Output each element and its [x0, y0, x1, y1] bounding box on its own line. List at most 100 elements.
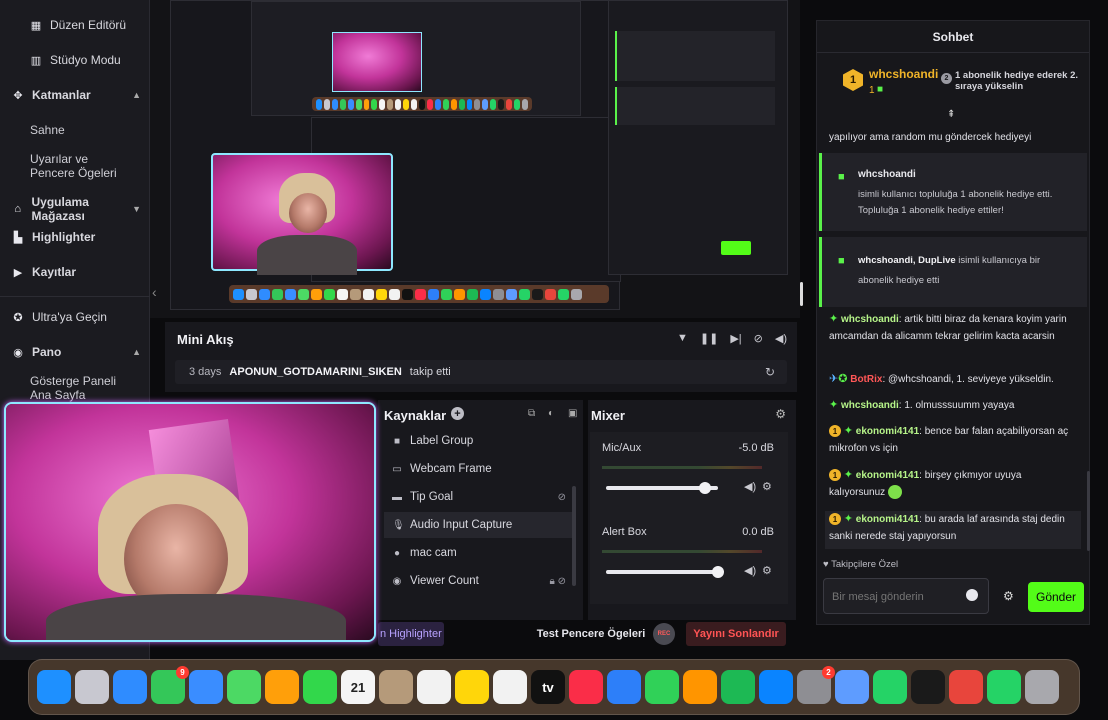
filter-icon[interactable]: ▼ [677, 332, 688, 345]
nested-dock-large [229, 285, 609, 303]
lock-icon[interactable]: 🔒︎ ⊘ [550, 576, 566, 587]
chevron-down-icon[interactable]: ▼ [132, 204, 141, 214]
dock-app-music[interactable] [569, 670, 603, 704]
dock-app-mail[interactable] [189, 670, 223, 704]
dock-app-contacts[interactable] [379, 670, 413, 704]
send-button[interactable]: Gönder [1028, 582, 1084, 612]
chat-username[interactable]: BotRix [850, 374, 882, 385]
chevron-up-icon[interactable]: ▲ [132, 347, 141, 357]
sidebar-item-app-store[interactable]: ⌂ Uygulama Mağazası ▼ [12, 195, 141, 223]
dock-app-notes[interactable] [455, 670, 489, 704]
dock-app-whatsapp[interactable] [873, 670, 907, 704]
mini-dock-tile [506, 288, 517, 300]
folder-add-icon[interactable]: ⧉ [528, 408, 535, 419]
chevron-up-icon[interactable]: ▲ [132, 90, 141, 100]
chat-username[interactable]: whcshoandi [841, 400, 899, 411]
sidebar-item-scene[interactable]: Sahne [30, 123, 141, 137]
test-widgets-button[interactable]: Test Pencere Ögeleri [536, 622, 646, 646]
rank-badge-icon: 1 [829, 513, 841, 526]
source-item[interactable]: ■ Label Group [384, 428, 574, 454]
dock-app-launchpad[interactable] [75, 670, 109, 704]
eye-icon: ◉ [392, 575, 402, 587]
gear-icon[interactable]: ⚙ [762, 480, 772, 493]
sidebar-item-recordings[interactable]: ▶ Kayıtlar [12, 265, 141, 279]
ear-icon[interactable]: ◐ [548, 408, 554, 419]
sidebar-item-alerts-widgets[interactable]: Uyarılar ve Pencere Ögeleri [30, 152, 130, 180]
chat-message: 1 ✦ ekonomi4141: bence bar falan açabili… [829, 425, 1069, 454]
dock-app-photos[interactable] [265, 670, 299, 704]
source-item[interactable]: ▬ Tip Goal ⊘ [384, 484, 574, 510]
sidebar-item-label: Düzen Editörü [50, 18, 127, 32]
dock-app-calendar[interactable]: 21 [341, 670, 375, 704]
chat-username[interactable]: ekonomi4141 [856, 426, 919, 437]
speaker-icon[interactable]: ◀) [744, 564, 756, 577]
sources-scrollbar[interactable] [572, 486, 576, 586]
chat-username[interactable]: ekonomi4141 [856, 470, 919, 481]
dock-app-spotify[interactable] [721, 670, 755, 704]
pin-icon[interactable]: ⇞ [947, 109, 955, 120]
sidebar-item-ultra[interactable]: ✪ Ultra'ya Geçin [12, 310, 141, 324]
dock-app-app-store[interactable] [759, 670, 793, 704]
rec-button[interactable]: REC [653, 623, 675, 645]
sidebar-item-layers[interactable]: ✥ Katmanlar ▲ [12, 88, 141, 102]
chat-scrollbar[interactable] [1087, 471, 1090, 551]
chat-message-input[interactable] [832, 587, 962, 607]
sidebar-item-studio-mode[interactable]: ▥ Stüdyo Modu [30, 53, 141, 67]
mini-feed-title: Mini Akış [177, 332, 234, 347]
add-source-icon[interactable]: + [451, 407, 464, 420]
chat-username[interactable]: ekonomi4141 [856, 514, 919, 525]
source-item[interactable]: ▭ Webcam Frame [384, 456, 574, 482]
resize-handle[interactable] [800, 282, 803, 306]
dock-app-maps[interactable] [227, 670, 261, 704]
slider-knob[interactable] [712, 566, 724, 578]
mini-dock-tile [442, 98, 449, 110]
volume-slider[interactable] [606, 566, 724, 578]
volume-icon[interactable]: ◀) [775, 332, 787, 345]
dock-app-reminders[interactable] [417, 670, 451, 704]
source-item[interactable]: 🎙 Audio Input Capture [384, 512, 574, 538]
image-icon: ▭ [392, 463, 402, 475]
slider-knob[interactable] [698, 482, 711, 494]
speaker-icon[interactable]: ◀) [744, 480, 756, 493]
dock-app-safari[interactable] [113, 670, 147, 704]
dock-app-kick[interactable] [911, 670, 945, 704]
dock-app-chrome[interactable] [949, 670, 983, 704]
store-icon: ⌂ [14, 203, 22, 215]
dock-app-system-settings[interactable]: 2 [797, 666, 835, 704]
sidebar-item-layout-editor[interactable]: ▦ Düzen Editörü [30, 18, 141, 32]
sidebar-item-highlighter[interactable]: ▙ Highlighter [12, 230, 141, 244]
mute-alerts-icon[interactable]: ⊘ [754, 332, 763, 345]
dock-app-messages[interactable]: 9 [151, 666, 189, 704]
collapse-chevron-icon[interactable]: ‹ [152, 284, 164, 304]
dock-app-tv[interactable]: tv [531, 670, 565, 704]
source-item[interactable]: ◉ Viewer Count 🔒︎ ⊘ [384, 568, 574, 594]
skip-icon[interactable]: ▶| [730, 332, 741, 345]
sidebar-item-dashboard[interactable]: ◉ Pano ▲ [12, 345, 141, 359]
pause-icon[interactable]: ❚❚ [700, 332, 718, 345]
dock-app-preview[interactable] [835, 670, 869, 704]
chat-input-box[interactable] [823, 578, 989, 614]
gear-icon[interactable]: ⚙ [762, 564, 772, 577]
emoji-picker-icon[interactable] [966, 589, 978, 601]
dock-app-finder[interactable] [37, 670, 71, 704]
stream-preview[interactable] [150, 0, 800, 318]
sidebar-item-label: Pano [32, 345, 62, 359]
dock-app-freeform[interactable] [493, 670, 527, 704]
sidebar-item-dashboard-home[interactable]: Gösterge Paneli Ana Sayfa [30, 374, 140, 402]
dock-app-facetime[interactable] [303, 670, 337, 704]
highlighter-button[interactable]: n Highlighter [378, 622, 444, 646]
end-stream-button[interactable]: Yayını Sonlandır [686, 622, 786, 646]
dock-app-pages[interactable] [683, 670, 717, 704]
gear-icon[interactable]: ⚙ [1003, 589, 1014, 603]
chat-username[interactable]: whcshoandi [841, 314, 899, 325]
dock-app-keynote[interactable] [607, 670, 641, 704]
dock-app-trash[interactable] [1025, 670, 1059, 704]
source-item[interactable]: ● mac cam [384, 540, 574, 566]
gear-icon[interactable]: ⚙ [775, 407, 786, 421]
repeat-icon[interactable]: ↻ [765, 365, 775, 379]
dock-app-whatsapp-2[interactable] [987, 670, 1021, 704]
folder-icon[interactable]: ▣ [568, 408, 577, 419]
volume-slider[interactable] [606, 482, 718, 494]
hidden-eye-icon[interactable]: ⊘ [558, 492, 566, 503]
dock-app-numbers[interactable] [645, 670, 679, 704]
